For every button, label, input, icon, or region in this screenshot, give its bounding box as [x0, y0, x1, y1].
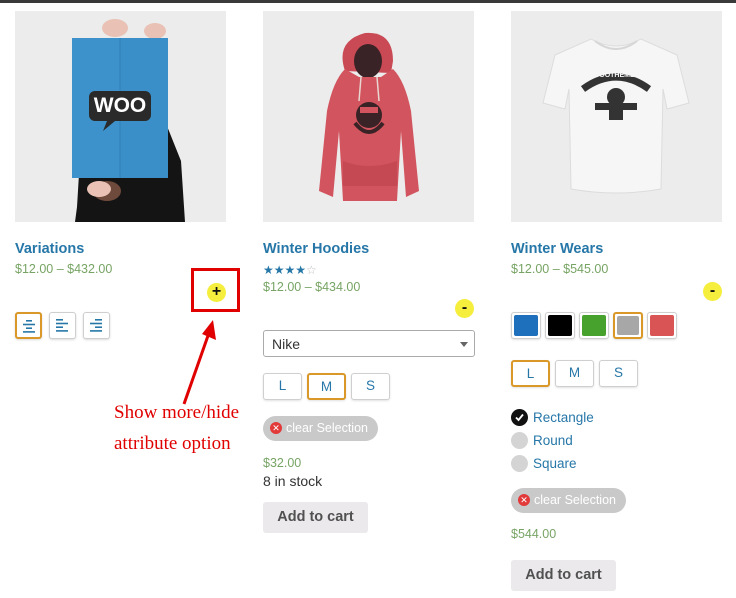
product-price-range: $12.00 – $432.00 — [15, 262, 113, 276]
radio-unchecked — [511, 455, 528, 472]
product-card-winter-wears: WOOTHEMES — [511, 11, 723, 222]
align-right-option[interactable] — [83, 312, 110, 339]
shape-label: Square — [533, 456, 577, 471]
align-center-option[interactable] — [15, 312, 42, 339]
rating-stars: ★★★★☆ — [263, 263, 317, 277]
product-card-winter-hoodies — [263, 11, 475, 222]
product-title[interactable]: Winter Hoodies — [263, 241, 369, 257]
align-right-icon — [90, 319, 102, 332]
product-image-poster[interactable]: WOO — [15, 11, 226, 222]
stock-status: 8 in stock — [263, 473, 323, 489]
color-swatch-red[interactable] — [647, 312, 677, 339]
radio-unchecked — [511, 432, 528, 449]
product-title[interactable]: Variations — [15, 241, 84, 257]
clear-selection-button[interactable]: ✕ clear Selection — [511, 488, 626, 513]
size-option-s[interactable]: S — [351, 373, 390, 400]
shape-label: Round — [533, 433, 573, 448]
size-option-m[interactable]: M — [307, 373, 346, 400]
color-fill — [582, 315, 606, 336]
add-to-cart-button[interactable]: Add to cart — [263, 502, 368, 533]
close-icon: ✕ — [518, 494, 530, 506]
annotation-text-line2: attribute option — [114, 433, 231, 454]
brand-select[interactable]: Nike — [263, 330, 475, 357]
variation-price: $32.00 — [263, 456, 302, 470]
variation-price: $544.00 — [511, 527, 557, 541]
close-icon: ✕ — [270, 422, 282, 434]
chevron-down-icon — [460, 342, 468, 347]
star-empty-icon: ☆ — [306, 263, 317, 277]
align-center-icon — [23, 320, 35, 333]
tshirt-logo-text: WOOTHEMES — [593, 72, 640, 79]
brand-select-value: Nike — [272, 336, 301, 352]
star-icon: ★★★★ — [263, 263, 307, 277]
hide-attributes-toggle[interactable]: - — [703, 282, 722, 301]
color-swatch-black[interactable] — [545, 312, 575, 339]
color-swatch-gray[interactable] — [613, 312, 643, 339]
product-price-range: $12.00 – $434.00 — [263, 280, 361, 294]
product-title[interactable]: Winter Wears — [511, 241, 603, 257]
annotation-arrow-icon — [182, 320, 216, 405]
size-option-m[interactable]: M — [555, 360, 594, 387]
size-option-s[interactable]: S — [599, 360, 638, 387]
checkmark-icon — [515, 413, 524, 422]
color-fill — [548, 315, 572, 336]
product-image-tshirt[interactable]: WOOTHEMES — [511, 11, 722, 222]
product-price-range: $12.00 – $545.00 — [511, 262, 609, 276]
hide-attributes-toggle[interactable]: - — [455, 299, 474, 318]
top-border — [0, 0, 736, 3]
size-option-l[interactable]: L — [511, 360, 550, 387]
color-fill — [617, 316, 639, 335]
align-left-option[interactable] — [49, 312, 76, 339]
align-left-icon — [56, 319, 68, 332]
add-to-cart-button[interactable]: Add to cart — [511, 560, 616, 591]
color-swatch-blue[interactable] — [511, 312, 541, 339]
color-fill — [650, 315, 674, 336]
annotation-highlight-box — [191, 268, 240, 312]
product-card-variations: WOO — [15, 11, 227, 222]
color-fill — [514, 315, 538, 336]
product-image-hoodie[interactable] — [263, 11, 474, 222]
shape-label: Rectangle — [533, 410, 594, 425]
poster-logo-text: WOO — [94, 94, 147, 117]
color-swatch-green[interactable] — [579, 312, 609, 339]
clear-selection-label: clear Selection — [534, 493, 616, 507]
clear-selection-label: clear Selection — [286, 421, 368, 435]
annotation-text-line1: Show more/hide — [114, 402, 240, 423]
radio-checked — [511, 409, 528, 426]
clear-selection-button[interactable]: ✕ clear Selection — [263, 416, 378, 441]
size-option-l[interactable]: L — [263, 373, 302, 400]
